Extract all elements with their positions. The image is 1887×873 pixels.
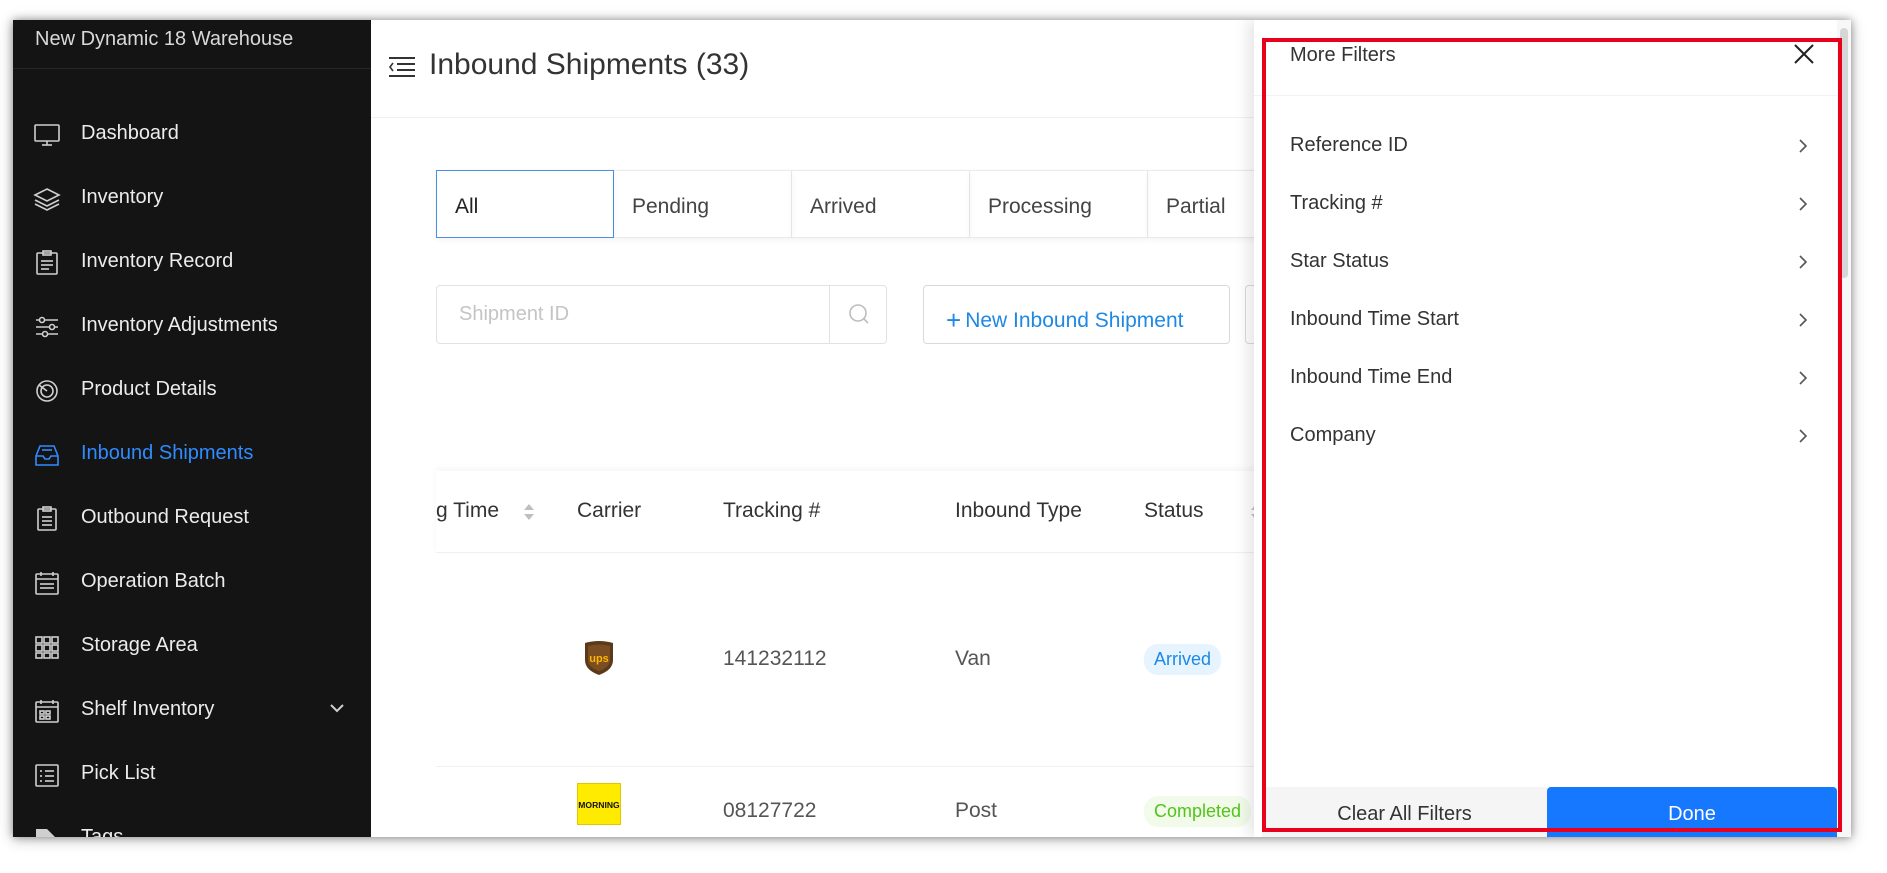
chevron-right-icon <box>1799 255 1808 269</box>
column-header-arriving-time[interactable]: g Time <box>436 499 499 523</box>
sidebar-item-dashboard[interactable]: Dashboard <box>13 110 371 158</box>
tracking-number: 141232112 <box>723 647 827 670</box>
product-globe-icon <box>33 378 61 404</box>
status-tabs: All Pending Arrived Processing Partial <box>436 170 1326 238</box>
monitor-icon <box>33 122 61 148</box>
close-icon <box>1794 44 1814 64</box>
sidebar-item-inventory-record[interactable]: Inventory Record <box>13 238 371 286</box>
ups-logo: ups <box>582 640 616 676</box>
clear-all-filters-button[interactable]: Clear All Filters <box>1262 787 1547 837</box>
sidebar-item-label: Inventory <box>81 186 164 208</box>
sidebar-item-label: Operation Batch <box>81 570 226 592</box>
drawer-footer: Clear All Filters Done <box>1254 787 1851 837</box>
shelf-calendar-icon <box>33 698 61 724</box>
filter-label: Inbound Time End <box>1290 366 1453 388</box>
pick-list-icon <box>33 762 61 788</box>
sidebar-item-label: Inventory Adjustments <box>81 314 278 336</box>
sidebar-item-storage-area[interactable]: Storage Area <box>13 622 371 670</box>
shipment-id-search-input[interactable] <box>437 286 829 343</box>
column-header-carrier: Carrier <box>577 499 642 522</box>
filter-label: Company <box>1290 424 1376 446</box>
sort-icon[interactable] <box>522 501 536 523</box>
scrollbar[interactable] <box>1837 20 1851 837</box>
svg-text:ups: ups <box>589 653 609 665</box>
filter-reference-id[interactable]: Reference ID <box>1290 126 1820 166</box>
menu-fold-icon[interactable] <box>387 55 417 79</box>
tag-icon <box>33 826 61 837</box>
done-button[interactable]: Done <box>1547 787 1837 837</box>
filter-label: Inbound Time Start <box>1290 308 1459 330</box>
filter-tracking[interactable]: Tracking # <box>1290 184 1820 224</box>
filter-label: Star Status <box>1290 250 1389 272</box>
sidebar-item-label: Storage Area <box>81 634 198 656</box>
tab-all[interactable]: All <box>436 170 614 238</box>
search-button[interactable] <box>829 286 887 343</box>
status-badge: Completed <box>1144 796 1252 827</box>
sidebar-item-inventory-adjustments[interactable]: Inventory Adjustments <box>13 302 371 350</box>
filter-label: Tracking # <box>1290 192 1383 214</box>
search-box <box>436 285 887 344</box>
more-filters-drawer: More Filters Reference ID Tracking # Sta… <box>1254 20 1851 837</box>
filter-inbound-time-end[interactable]: Inbound Time End <box>1290 358 1820 398</box>
layers-icon <box>33 186 61 212</box>
tab-arrived[interactable]: Arrived <box>792 170 970 238</box>
close-button[interactable] <box>1792 42 1816 66</box>
filter-company[interactable]: Company <box>1290 416 1820 456</box>
app-window: New Dynamic 18 Warehouse Dashboard Inven… <box>13 20 1851 837</box>
morning-carrier-logo: MORNING <box>577 783 621 825</box>
chevron-down-icon[interactable] <box>327 698 347 718</box>
warehouse-name[interactable]: New Dynamic 18 Warehouse <box>35 28 293 51</box>
sidebar-item-label: Tags <box>81 826 124 837</box>
drawer-title: More Filters <box>1290 44 1396 66</box>
sidebar-item-label: Inbound Shipments <box>81 442 254 464</box>
column-header-inbound-type: Inbound Type <box>955 499 1082 522</box>
search-icon <box>849 304 869 324</box>
chevron-right-icon <box>1799 139 1808 153</box>
inbox-tray-icon <box>33 442 61 468</box>
sidebar-item-inbound-shipments[interactable]: Inbound Shipments <box>13 430 371 478</box>
tracking-number: 08127722 <box>723 799 817 822</box>
sidebar-item-outbound-request[interactable]: Outbound Request <box>13 494 371 542</box>
sidebar-item-label: Pick List <box>81 762 156 784</box>
sidebar-item-operation-batch[interactable]: Operation Batch <box>13 558 371 606</box>
divider <box>1254 95 1851 96</box>
filter-inbound-time-start[interactable]: Inbound Time Start <box>1290 300 1820 340</box>
svg-text:MORNING: MORNING <box>578 800 620 810</box>
new-inbound-shipment-button[interactable]: + New Inbound Shipment <box>923 285 1230 344</box>
tab-pending[interactable]: Pending <box>614 170 792 238</box>
sidebar-item-label: Dashboard <box>81 122 179 144</box>
sidebar-item-label: Inventory Record <box>81 250 234 272</box>
inbound-type: Van <box>955 647 991 670</box>
grid-icon <box>33 634 61 660</box>
sidebar-item-shelf-inventory[interactable]: Shelf Inventory <box>13 686 371 734</box>
batch-calendar-icon <box>33 570 61 596</box>
page-title: Inbound Shipments (33) <box>429 48 750 81</box>
chevron-right-icon <box>1799 429 1808 443</box>
sidebar-item-label: Product Details <box>81 378 217 400</box>
chevron-right-icon <box>1799 313 1808 327</box>
chevron-right-icon <box>1799 371 1808 385</box>
plus-icon: + <box>946 305 962 335</box>
filter-label: Reference ID <box>1290 134 1408 156</box>
sidebar-item-product-details[interactable]: Product Details <box>13 366 371 414</box>
status-badge: Arrived <box>1144 644 1222 675</box>
sidebar: New Dynamic 18 Warehouse Dashboard Inven… <box>13 20 371 837</box>
inbound-type: Post <box>955 799 998 822</box>
sidebar-item-inventory[interactable]: Inventory <box>13 174 371 222</box>
sidebar-item-tags[interactable]: Tags <box>13 814 371 837</box>
sidebar-item-label: Outbound Request <box>81 506 249 528</box>
filter-star-status[interactable]: Star Status <box>1290 242 1820 282</box>
new-inbound-shipment-label: New Inbound Shipment <box>965 309 1184 332</box>
scrollbar-thumb[interactable] <box>1840 28 1848 278</box>
outbound-list-icon <box>33 506 61 532</box>
chevron-right-icon <box>1799 197 1808 211</box>
sliders-icon <box>33 314 61 340</box>
column-header-status: Status <box>1144 499 1204 522</box>
divider <box>13 68 371 69</box>
sidebar-item-pick-list[interactable]: Pick List <box>13 750 371 798</box>
clipboard-record-icon <box>33 250 61 276</box>
column-header-tracking: Tracking # <box>723 499 821 522</box>
sidebar-item-label: Shelf Inventory <box>81 698 215 720</box>
tab-processing[interactable]: Processing <box>970 170 1148 238</box>
